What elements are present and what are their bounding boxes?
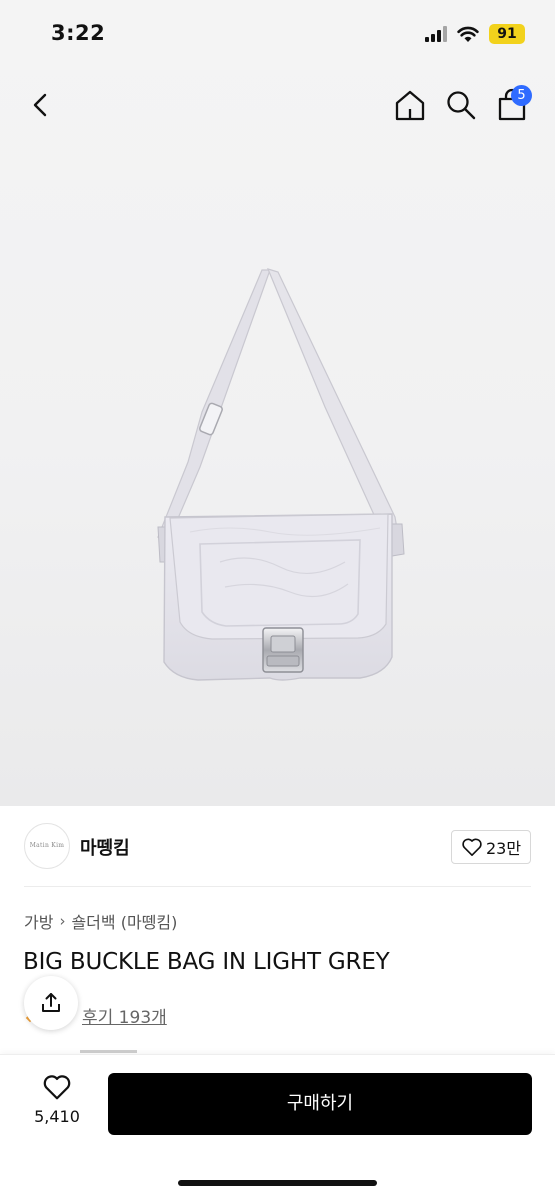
product-detail-screen: 3:22 91 5 Matin Kim 마뗑킴 23만 가방 › 숄더백 (마뗑…	[0, 0, 555, 1200]
share-button[interactable]	[24, 976, 78, 1030]
store-like-button[interactable]: 23만	[451, 830, 531, 864]
cellular-signal-icon	[425, 26, 447, 42]
buy-button[interactable]: 구매하기	[108, 1073, 532, 1135]
seller-row[interactable]: Matin Kim 마뗑킴 23만	[0, 806, 555, 886]
product-image-area: 3:22 91 5	[0, 0, 555, 806]
review-count-link[interactable]: 후기 193개	[82, 1003, 167, 1028]
divider	[24, 886, 531, 887]
wifi-icon	[457, 26, 479, 42]
breadcrumb-item[interactable]: 숄더백 (마뗑킴)	[71, 909, 177, 933]
tab-indicator	[80, 1050, 137, 1053]
chevron-left-icon[interactable]	[26, 88, 56, 122]
home-icon[interactable]	[393, 88, 427, 122]
breadcrumb: 가방 › 숄더백 (마뗑킴)	[24, 909, 177, 933]
breadcrumb-item[interactable]: 가방	[24, 909, 53, 933]
wishlist-count: 5,410	[34, 1107, 80, 1126]
top-navigation	[0, 80, 555, 130]
seller-name[interactable]: 마뗑킴	[80, 834, 130, 860]
seller-logo[interactable]: Matin Kim	[24, 823, 70, 869]
cart-count-badge: 5	[511, 85, 532, 106]
status-bar: 3:22 91	[0, 0, 555, 70]
chevron-right-icon: ›	[59, 912, 66, 930]
search-icon[interactable]	[444, 88, 478, 122]
status-time: 3:22	[51, 21, 106, 45]
status-indicators: 91	[425, 24, 525, 44]
home-indicator	[178, 1180, 377, 1186]
product-photo	[157, 268, 405, 681]
product-title: BIG BUCKLE BAG IN LIGHT GREY	[23, 949, 390, 975]
store-like-count: 23만	[485, 839, 522, 858]
heart-icon	[462, 838, 482, 856]
heart-icon	[43, 1075, 71, 1100]
wishlist-button[interactable]: 5,410	[22, 1073, 92, 1126]
bottom-action-bar: 5,410 구매하기	[0, 1054, 555, 1200]
share-icon	[42, 993, 60, 1012]
battery-indicator: 91	[489, 24, 525, 44]
